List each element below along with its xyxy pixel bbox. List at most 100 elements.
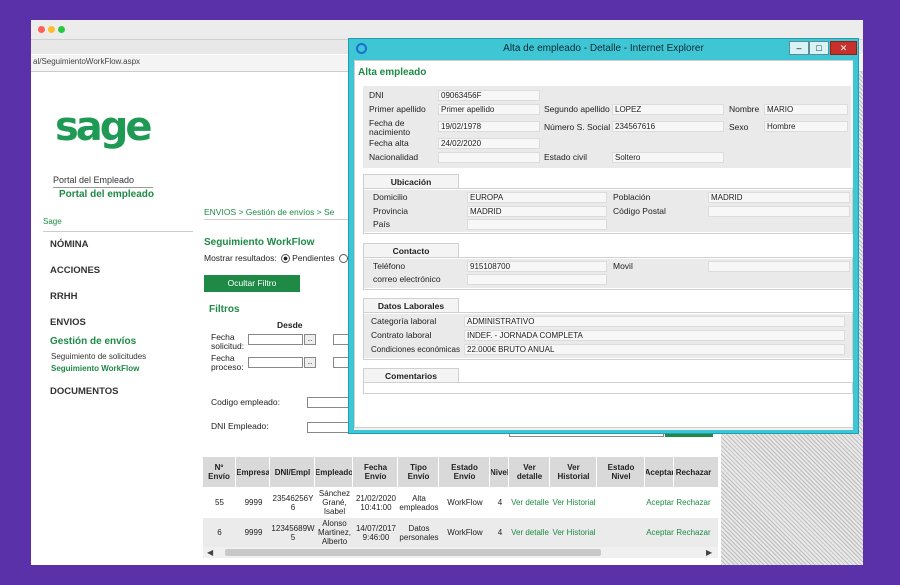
- nombre-label: Nombre: [729, 104, 760, 114]
- ie-modal-window: Alta de empleado - Detalle - Internet Ex…: [348, 38, 859, 434]
- cell-empleado: Sánchez Grané, Isabel: [318, 489, 351, 516]
- cell-nivel: 4: [497, 528, 503, 537]
- aceptar-link[interactable]: Aceptar: [646, 518, 674, 547]
- column-header: Aceptar: [646, 457, 674, 487]
- minimize-icon[interactable]: –: [789, 41, 809, 55]
- fecha-nacimiento-value: 19/02/1978: [438, 121, 540, 132]
- cell-fecha: 14/07/2017 9:46:00: [355, 523, 397, 542]
- tab-datos-laborales: Datos Laborales: [363, 298, 459, 312]
- condiciones-value: 22.000€ BRUTO ANUAL: [464, 344, 845, 355]
- sage-link[interactable]: Sage: [43, 217, 62, 226]
- estado-civil-label: Estado civil: [544, 152, 587, 162]
- filtros-heading: Filtros: [209, 304, 240, 315]
- segundo-apellido-label: Segundo apellido: [544, 104, 610, 114]
- primer-apellido-label: Primer apellido: [369, 104, 426, 114]
- comentarios-section: [363, 382, 853, 394]
- cell-empresa: 9999: [244, 498, 263, 507]
- cell-envio: 55: [215, 498, 224, 507]
- cell-estado: WorkFlow: [447, 528, 483, 537]
- radio-other[interactable]: [339, 254, 349, 264]
- minimize-dot-icon[interactable]: [48, 26, 55, 33]
- alta-empleado-heading: Alta empleado: [358, 67, 427, 78]
- rechazar-link[interactable]: Rechazar: [675, 518, 712, 547]
- table-header: Nº Envío Empresa DNI/Empl Empleado Fecha…: [203, 457, 718, 487]
- maximize-dot-icon[interactable]: [58, 26, 65, 33]
- scroll-right-icon[interactable]: ▶: [706, 547, 712, 558]
- close-icon[interactable]: ✕: [830, 41, 857, 55]
- correo-label: correo electrónico: [373, 274, 441, 284]
- domicilio-label: Domicilio: [373, 192, 408, 202]
- pais-value: [467, 219, 607, 230]
- cell-estado-nivel: [598, 518, 645, 547]
- radio-pendientes-label: Pendientes: [292, 253, 335, 263]
- nav-item-documentos[interactable]: DOCUMENTOS: [50, 386, 118, 397]
- divider: [43, 231, 193, 232]
- scroll-left-icon[interactable]: ◀: [207, 547, 213, 558]
- column-header: DNI/Empl: [271, 457, 315, 487]
- maximize-icon[interactable]: □: [809, 41, 829, 55]
- horizontal-scrollbar[interactable]: ◀ ▶: [203, 547, 718, 558]
- nav-item-envios[interactable]: ENVIOS: [50, 317, 86, 328]
- tab-ubicacion: Ubicación: [363, 174, 459, 188]
- divider: [204, 219, 364, 220]
- nav-item-rrhh[interactable]: RRHH: [50, 291, 77, 302]
- radio-pendientes[interactable]: [281, 254, 291, 264]
- close-dot-icon[interactable]: [38, 26, 45, 33]
- cell-estado: WorkFlow: [447, 498, 483, 507]
- fecha-nacimiento-label: Fecha de nacimiento: [369, 118, 411, 137]
- cell-fecha: 21/02/2020 10:41:00: [355, 493, 397, 512]
- ver-historial-link[interactable]: Ver Historial: [551, 518, 597, 547]
- breadcrumb[interactable]: ENVIOS > Gestión de envíos > Se: [204, 207, 334, 217]
- column-header: Estado Nivel: [598, 457, 645, 487]
- detail-panel: Alta empleado DNI 09063456F Primer apell…: [354, 60, 853, 428]
- poblacion-label: Población: [613, 192, 651, 202]
- nav-item-gestion-envios[interactable]: Gestión de envíos: [50, 336, 136, 347]
- cell-nivel: 4: [497, 498, 503, 507]
- ocultar-filtro-button[interactable]: Ocultar Filtro: [204, 275, 300, 292]
- nacionalidad-value: [438, 152, 540, 163]
- tab-comentarios: Comentarios: [363, 368, 459, 382]
- cell-dni: 12345689W 5: [271, 523, 315, 542]
- cell-estado-nivel: [598, 488, 645, 517]
- cell-tipo: Alta empleados: [399, 493, 439, 512]
- codigo-empleado-input[interactable]: [307, 397, 350, 408]
- primer-apellido-value: Primer apellido: [438, 104, 540, 115]
- nav-item-acciones[interactable]: ACCIONES: [50, 265, 100, 276]
- nss-value: 234567616: [612, 121, 724, 132]
- nav-sub-seguimiento-workflow[interactable]: Seguimiento WorkFlow: [51, 364, 139, 373]
- calendar-button[interactable]: ...: [304, 357, 316, 368]
- scrollbar-thumb[interactable]: [225, 549, 601, 556]
- modal-titlebar: Alta de empleado - Detalle - Internet Ex…: [349, 39, 858, 59]
- correo-value: [467, 274, 607, 285]
- ver-historial-link[interactable]: Ver Historial: [551, 488, 597, 517]
- codigo-postal-value: [708, 206, 850, 217]
- fecha-proceso-label: Fecha proceso:: [211, 353, 244, 372]
- ver-detalle-link[interactable]: Ver detalle: [510, 518, 550, 547]
- fecha-solicitud-desde-input[interactable]: [248, 334, 303, 345]
- nav-item-nomina[interactable]: NÓMINA: [50, 239, 89, 250]
- browser-titlebar: [31, 20, 863, 40]
- domicilio-value: EUROPA: [467, 192, 607, 203]
- modal-title: Alta de empleado - Detalle - Internet Ex…: [503, 43, 704, 54]
- calendar-button[interactable]: ...: [304, 334, 316, 345]
- ver-detalle-link[interactable]: Ver detalle: [510, 488, 550, 517]
- portal-title: Portal del Empleado: [53, 175, 135, 185]
- table-row[interactable]: 55 9999 23546256Y 6 Sánchez Grané, Isabe…: [203, 488, 718, 517]
- segundo-apellido-value: LOPEZ: [612, 104, 724, 115]
- sexo-label: Sexo: [729, 122, 749, 132]
- codigo-postal-label: Código Postal: [613, 206, 666, 216]
- fecha-proceso-desde-input[interactable]: [248, 357, 303, 368]
- nav-sub-seguimiento-solicitudes[interactable]: Seguimiento de solicitudes: [51, 352, 146, 361]
- rechazar-link[interactable]: Rechazar: [675, 488, 712, 517]
- pais-label: País: [373, 219, 391, 229]
- provincia-label: Provincia: [373, 206, 408, 216]
- telefono-label: Teléfono: [373, 261, 406, 271]
- column-header: Fecha Envío: [354, 457, 398, 487]
- nacionalidad-label: Nacionalidad: [369, 152, 419, 162]
- contrato-label: Contrato laboral: [371, 330, 432, 340]
- aceptar-link[interactable]: Aceptar: [646, 488, 674, 517]
- table-row[interactable]: 6 9999 12345689W 5 Alonso Martinez, Albe…: [203, 518, 718, 547]
- url-text: al/SeguimientoWorkFlow.aspx: [33, 57, 141, 66]
- condiciones-label: Condiciones económicas: [371, 345, 460, 354]
- column-header: Ver Historial: [551, 457, 597, 487]
